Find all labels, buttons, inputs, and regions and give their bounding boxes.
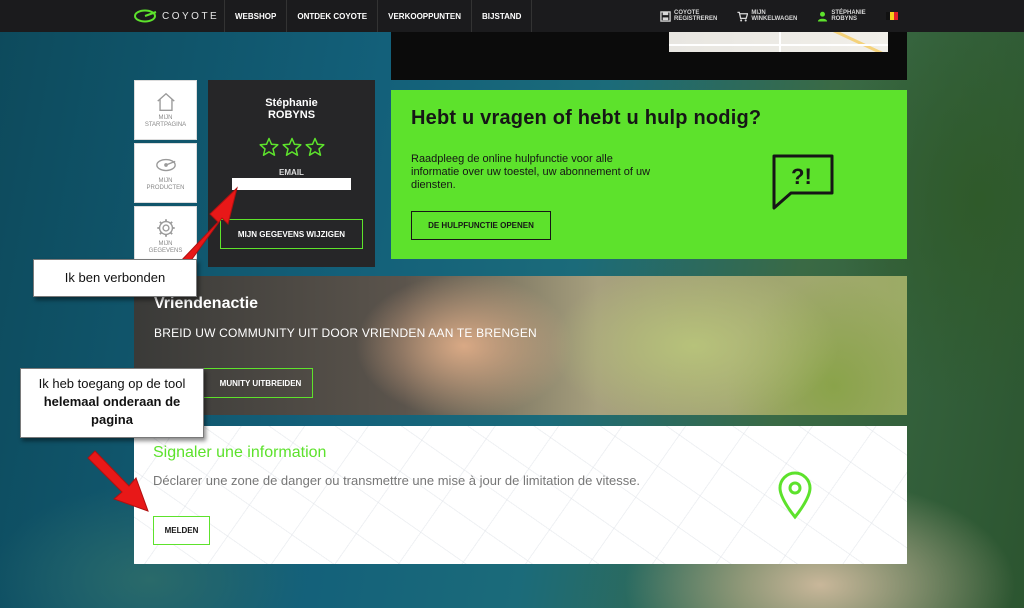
nav-verkooppunten[interactable]: VERKOOPPUNTEN: [377, 0, 471, 32]
email-value: [232, 178, 351, 190]
sidebar-label: MIJN: [158, 178, 173, 184]
sidebar-label: STARTPAGINA: [144, 122, 187, 128]
logo-text: COYOTE: [162, 10, 220, 22]
sidebar-label: GEGEVENS: [148, 248, 183, 254]
help-bubble-icon: ?!: [772, 154, 834, 210]
sidebar-item-startpagina[interactable]: MIJN STARTPAGINA: [134, 80, 197, 140]
open-help-button[interactable]: DE HULPFUNCTIE OPENEN: [411, 211, 551, 240]
device-icon: [155, 158, 176, 172]
map-panel: [391, 32, 907, 80]
help-title: Hebt u vragen of hebt u hulp nodig?: [411, 107, 762, 129]
save-icon: [660, 10, 671, 22]
home-icon: [156, 92, 175, 111]
belgium-flag-icon[interactable]: [885, 12, 898, 20]
star-outline-icon: [304, 137, 325, 156]
email-label: EMAIL: [279, 168, 304, 177]
sidebar-item-producten[interactable]: MIJN PRODUCTEN: [134, 143, 197, 203]
coyote-logo-icon: [134, 9, 157, 23]
top-navigation-bar: COYOTE WEBSHOP ONTDEK COYOTE VERKOOPPUNT…: [0, 0, 1024, 32]
nav-ontdek-coyote[interactable]: ONTDEK COYOTE: [286, 0, 377, 32]
location-pin-icon: [778, 471, 812, 520]
profile-first-name: Stéphanie: [265, 97, 318, 109]
cart-icon: [737, 11, 749, 21]
help-text: Raadpleeg de online hulpfunctie voor all…: [411, 153, 651, 191]
nav-bijstand[interactable]: BIJSTAND: [471, 0, 533, 32]
cart-label-2: WINKELWAGEN: [751, 16, 798, 22]
report-title: Signaler une information: [153, 444, 327, 461]
annotation-access-bold: helemaal onderaan de pagina: [43, 394, 181, 427]
friends-panel: Vriendenactie BREID UW COMMUNITY UIT DOO…: [134, 276, 907, 415]
sidebar-item-gegevens[interactable]: MIJN GEGEVENS: [134, 206, 197, 266]
register-coyote-link[interactable]: COYOTE REGISTREREN: [660, 10, 717, 22]
cart-link[interactable]: MIJN WINKELWAGEN: [737, 10, 797, 22]
register-label-2: REGISTREREN: [674, 16, 718, 22]
profile-name: Stéphanie ROBYNS: [208, 97, 375, 121]
svg-text:?!: ?!: [791, 164, 812, 189]
annotation-access: Ik heb toegang op de tool helemaal onder…: [20, 368, 204, 438]
account-menu: COYOTE REGISTREREN MIJN WINKELWAGEN STÉP…: [660, 0, 898, 32]
profile-card: Stéphanie ROBYNS EMAIL MIJN GEGEVENS WIJ…: [208, 80, 375, 267]
annotation-connected: Ik ben verbonden: [33, 259, 197, 297]
annotation-access-text: Ik heb toegang op de tool: [38, 376, 186, 391]
help-panel: Hebt u vragen of hebt u hulp nodig? Raad…: [391, 90, 907, 259]
sidebar-label: MIJN: [158, 241, 173, 247]
annotation-connected-text: Ik ben verbonden: [64, 270, 166, 285]
rating-stars: [208, 137, 375, 157]
user-account-link[interactable]: STÉPHANIE ROBYNS: [817, 10, 866, 22]
sidebar-label: PRODUCTEN: [146, 185, 185, 191]
report-panel: Signaler une information Déclarer une zo…: [134, 426, 907, 564]
coyote-logo[interactable]: COYOTE: [134, 7, 219, 25]
friends-subtitle: BREID UW COMMUNITY UIT DOOR VRIENDEN AAN…: [154, 326, 537, 340]
nav-webshop[interactable]: WEBSHOP: [224, 0, 286, 32]
edit-profile-button[interactable]: MIJN GEGEVENS WIJZIGEN: [220, 219, 363, 249]
star-outline-icon: [281, 137, 302, 156]
map-thumbnail[interactable]: [669, 32, 888, 52]
gear-icon: [156, 219, 175, 237]
sidebar-label: MIJN: [158, 115, 173, 121]
report-text: Déclarer une zone de danger ou transmett…: [153, 473, 641, 488]
star-outline-icon: [258, 137, 279, 156]
profile-last-name: ROBYNS: [267, 109, 316, 121]
friends-title: Vriendenactie: [154, 295, 259, 312]
report-button[interactable]: MELDEN: [153, 516, 210, 545]
user-icon: [818, 11, 828, 22]
main-menu: WEBSHOP ONTDEK COYOTE VERKOOPPUNTEN BIJS…: [224, 0, 533, 32]
expand-community-label: MUNITY UITBREIDEN: [219, 378, 302, 388]
user-name-2: ROBYNS: [831, 16, 858, 22]
